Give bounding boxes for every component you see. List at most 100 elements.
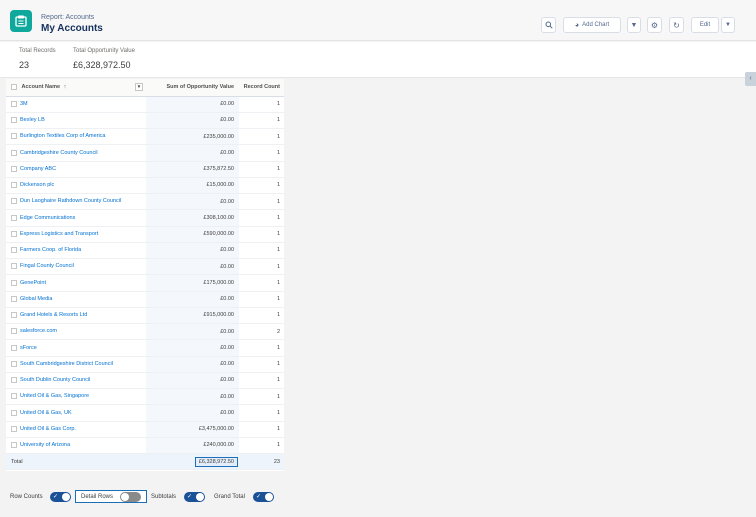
row-checkbox[interactable]: [11, 279, 17, 286]
record-count-cell: 1: [239, 161, 284, 178]
record-count-cell: 1: [239, 339, 284, 357]
row-checkbox[interactable]: [11, 393, 17, 400]
side-panel-toggle[interactable]: ‹: [745, 72, 756, 86]
row-checkbox[interactable]: [11, 149, 17, 156]
row-checkbox[interactable]: [11, 263, 17, 270]
opportunity-value-cell: £0.00: [146, 323, 239, 341]
subtotals-toggle[interactable]: [184, 492, 205, 502]
account-link[interactable]: Farmers Coop. of Florida: [20, 247, 81, 253]
opportunity-value-cell: £0.00: [146, 193, 239, 211]
row-checkbox[interactable]: [11, 295, 17, 302]
report-header: Report: Accounts My Accounts ◕ Add Chart…: [0, 0, 756, 41]
account-link[interactable]: United Oil & Gas, UK: [20, 410, 72, 416]
row-checkbox[interactable]: [11, 409, 17, 416]
column-header-record-count[interactable]: Record Count: [239, 79, 284, 97]
account-name-cell: salesforce.com: [6, 323, 146, 341]
row-checkbox[interactable]: [11, 360, 17, 367]
table-row: Burlington Textiles Corp of America £235,…: [6, 128, 284, 146]
account-link[interactable]: Burlington Textiles Corp of America: [20, 133, 106, 139]
table-row: 3M £0.00 1: [6, 96, 284, 113]
filter-icon: ▼: [630, 21, 638, 29]
opportunity-value-cell: £240,000.00: [146, 437, 239, 455]
gear-icon: ⚙: [650, 20, 659, 30]
grand-total-toggle[interactable]: [253, 492, 274, 502]
record-count-cell: 1: [239, 307, 284, 325]
account-name-cell: United Oil & Gas, UK: [6, 404, 146, 422]
account-link[interactable]: Edge Communications: [20, 215, 75, 221]
row-checkbox[interactable]: [11, 377, 17, 384]
search-button[interactable]: [541, 17, 556, 33]
chevron-down-icon: ▼: [725, 22, 731, 28]
row-checkbox[interactable]: [11, 312, 17, 319]
account-link[interactable]: Fingal County Council: [20, 263, 74, 269]
account-link[interactable]: sForce: [20, 345, 37, 351]
add-chart-label: Add Chart: [582, 22, 610, 28]
column-menu-button[interactable]: ▾: [135, 83, 143, 91]
record-count-cell: 1: [239, 291, 284, 308]
edit-button[interactable]: Edit: [691, 17, 719, 33]
row-checkbox[interactable]: [11, 425, 17, 432]
row-checkbox[interactable]: [11, 182, 17, 189]
record-count-cell: 1: [239, 112, 284, 130]
more-actions-button[interactable]: ▼: [721, 17, 735, 33]
opportunity-value-cell: £175,000.00: [146, 274, 239, 292]
account-link[interactable]: GenePoint: [20, 280, 46, 286]
refresh-button[interactable]: ↻: [669, 17, 684, 33]
chevron-left-icon: ‹: [749, 75, 752, 82]
account-link[interactable]: University of Arizona: [20, 442, 70, 448]
account-link[interactable]: Express Logistics and Transport: [20, 231, 98, 237]
opportunity-value-cell: £0.00: [146, 242, 239, 260]
column-header-opportunity-value[interactable]: Sum of Opportunity Value: [146, 79, 239, 97]
opportunity-value-cell: £0.00: [146, 404, 239, 422]
record-count-cell: 1: [239, 128, 284, 146]
opportunity-value-cell: £0.00: [146, 388, 239, 406]
account-link[interactable]: Dun Laoghaire Rathdown County Council: [20, 198, 121, 204]
account-name-cell: South Dublin County Council: [6, 372, 146, 390]
record-count-cell: 1: [239, 274, 284, 292]
settings-button[interactable]: ⚙: [647, 17, 662, 33]
record-count-cell: 2: [239, 323, 284, 341]
row-checkbox[interactable]: [11, 133, 17, 140]
account-link[interactable]: South Dublin County Council: [20, 377, 90, 383]
row-checkbox[interactable]: [11, 214, 17, 221]
total-opportunity-cell[interactable]: £6,328,972.50: [146, 452, 239, 471]
account-name-cell: Global Media: [6, 291, 146, 308]
account-link[interactable]: salesforce.com: [20, 328, 57, 334]
account-link[interactable]: Company ABC: [20, 166, 56, 172]
account-link[interactable]: 3M: [20, 101, 28, 107]
account-link[interactable]: Cambridgeshire County Council: [20, 150, 98, 156]
detail-rows-toggle[interactable]: [120, 492, 141, 502]
opportunity-value-cell: £0.00: [146, 356, 239, 373]
row-checkbox[interactable]: [11, 230, 17, 237]
row-checkbox[interactable]: [11, 442, 17, 449]
account-link[interactable]: Dickenson plc: [20, 182, 54, 188]
table-row: GenePoint £175,000.00 1: [6, 274, 284, 292]
account-name-cell: Fingal County Council: [6, 258, 146, 276]
row-checkbox[interactable]: [11, 117, 17, 124]
row-checkbox[interactable]: [11, 344, 17, 351]
account-link[interactable]: Grand Hotels & Resorts Ltd: [20, 312, 87, 318]
account-name-cell: 3M: [6, 96, 146, 113]
chevron-down-icon: ▾: [137, 84, 141, 90]
column-header-account-name[interactable]: Account Name ↑ ▾: [6, 79, 146, 97]
account-link[interactable]: Bexley LB: [20, 117, 45, 123]
row-checkbox[interactable]: [11, 100, 17, 107]
total-opportunity-value: £6,328,972.50: [73, 60, 131, 70]
table-row: United Oil & Gas Corp. £3,475,000.00 1: [6, 421, 284, 438]
opportunity-value-cell: £375,872.50: [146, 161, 239, 178]
account-link[interactable]: United Oil & Gas Corp.: [20, 426, 76, 432]
account-link[interactable]: South Cambridgeshire District Council: [20, 361, 113, 367]
account-link[interactable]: United Oil & Gas, Singapore: [20, 393, 89, 399]
row-checkbox[interactable]: [11, 328, 17, 335]
record-count-cell: 1: [239, 356, 284, 373]
account-link[interactable]: Global Media: [20, 296, 52, 302]
row-checkbox[interactable]: [11, 198, 17, 205]
account-name-cell: sForce: [6, 339, 146, 357]
select-all-checkbox[interactable]: [11, 84, 17, 91]
add-chart-button[interactable]: ◕ Add Chart: [563, 17, 621, 33]
row-checkbox[interactable]: [11, 165, 17, 172]
row-checkbox[interactable]: [11, 247, 17, 254]
table-row: Global Media £0.00 1: [6, 291, 284, 308]
record-count-cell: 1: [239, 193, 284, 211]
filter-button[interactable]: ▼: [627, 17, 641, 33]
